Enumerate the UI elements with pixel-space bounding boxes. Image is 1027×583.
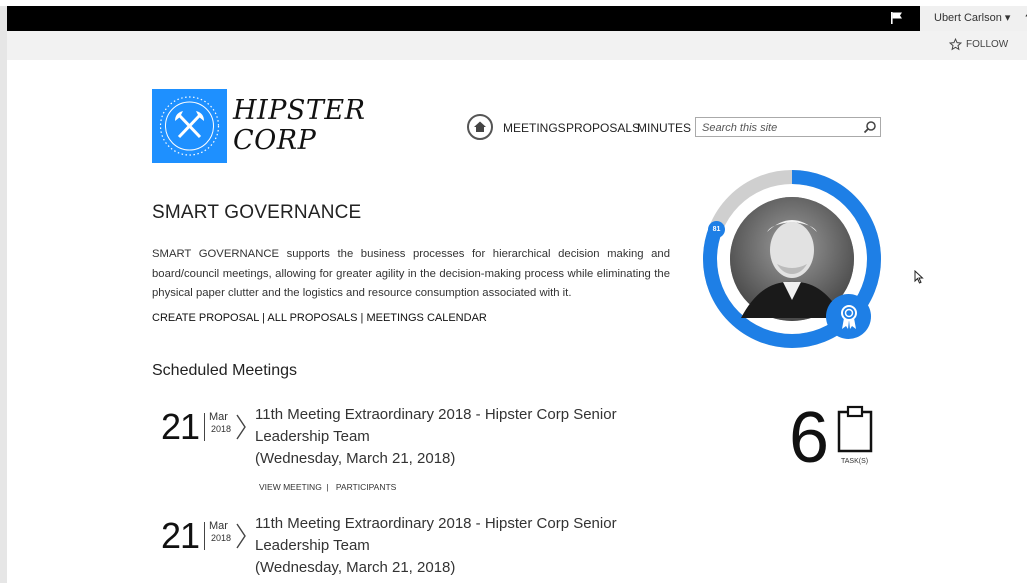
page-title: SMART GOVERNANCE [152,202,362,223]
meeting-title[interactable]: 11th Meeting Extraordinary 2018 - Hipste… [255,513,655,579]
ribbon-bar: FOLLOW [7,31,1027,60]
meeting-month: Mar [209,520,228,532]
date-divider [204,522,205,550]
logo-line-2: CORP [233,125,317,156]
home-icon [474,121,486,132]
tasks-label: TASK(S) [841,458,869,465]
meeting-links: VIEW MEETING | PARTICIPANTS [259,482,396,492]
meeting-date: (Wednesday, March 21, 2018) [255,559,456,576]
user-name[interactable]: Ubert Carlson ▾ [934,12,1010,24]
meeting-name[interactable]: 11th Meeting Extraordinary 2018 - Hipste… [255,404,655,448]
meeting-day: 21 [161,406,200,447]
all-proposals-link[interactable]: ALL PROPOSALS [267,312,357,324]
scheduled-meetings-heading: Scheduled Meetings [152,362,297,379]
chevron-right-icon [236,523,246,549]
mouse-cursor-icon [914,270,924,284]
search-box[interactable] [695,117,881,137]
logo-line-1: HIPSTER [233,95,366,126]
search-input[interactable] [700,119,864,137]
nav-minutes[interactable]: MINUTES [637,121,691,135]
meeting-date: (Wednesday, March 21, 2018) [255,450,456,467]
nav-proposals[interactable]: PROPOSALS [566,121,640,135]
date-divider [204,413,205,441]
page-description: SMART GOVERNANCE supports the business p… [152,248,670,299]
flag-icon[interactable] [890,11,904,25]
chevron-right-icon [236,414,246,440]
home-button[interactable] [467,114,493,140]
clipboard-icon[interactable] [836,405,874,453]
follow-button[interactable]: FOLLOW [949,38,1008,51]
nav-meetings[interactable]: MEETINGS [503,121,566,135]
meeting-name[interactable]: 11th Meeting Extraordinary 2018 - Hipste… [255,513,655,557]
view-meeting-link[interactable]: VIEW MEETING [259,482,322,492]
task-count[interactable]: 6 [789,402,829,474]
logo-wordmark[interactable]: HIPSTER CORP [233,96,365,156]
left-edge [0,6,7,583]
crossed-axes-icon [159,96,220,156]
meeting-year: 2018 [211,533,232,543]
meetings-calendar-link[interactable]: MEETINGS CALENDAR [366,312,486,324]
user-menu[interactable]: Ubert Carlson ▾ [920,6,1027,31]
meeting-month: Mar [209,411,228,423]
participants-link[interactable]: PARTICIPANTS [336,482,396,492]
star-icon [949,38,962,51]
award-button[interactable] [826,294,871,339]
award-ribbon-icon [840,304,857,329]
score-badge: 81 [708,221,725,238]
site-logo[interactable] [152,89,227,163]
search-icon[interactable] [863,120,877,134]
suite-bar: Ubert Carlson ▾ ? [7,6,1027,31]
meeting-day: 21 [161,515,200,556]
quick-links: CREATE PROPOSAL | ALL PROPOSALS | MEETIN… [152,312,487,324]
meeting-year: 2018 [211,424,232,434]
create-proposal-link[interactable]: CREATE PROPOSAL [152,312,259,324]
meeting-title[interactable]: 11th Meeting Extraordinary 2018 - Hipste… [255,404,655,470]
link-separator: | [324,482,334,492]
follow-label: FOLLOW [966,39,1009,50]
